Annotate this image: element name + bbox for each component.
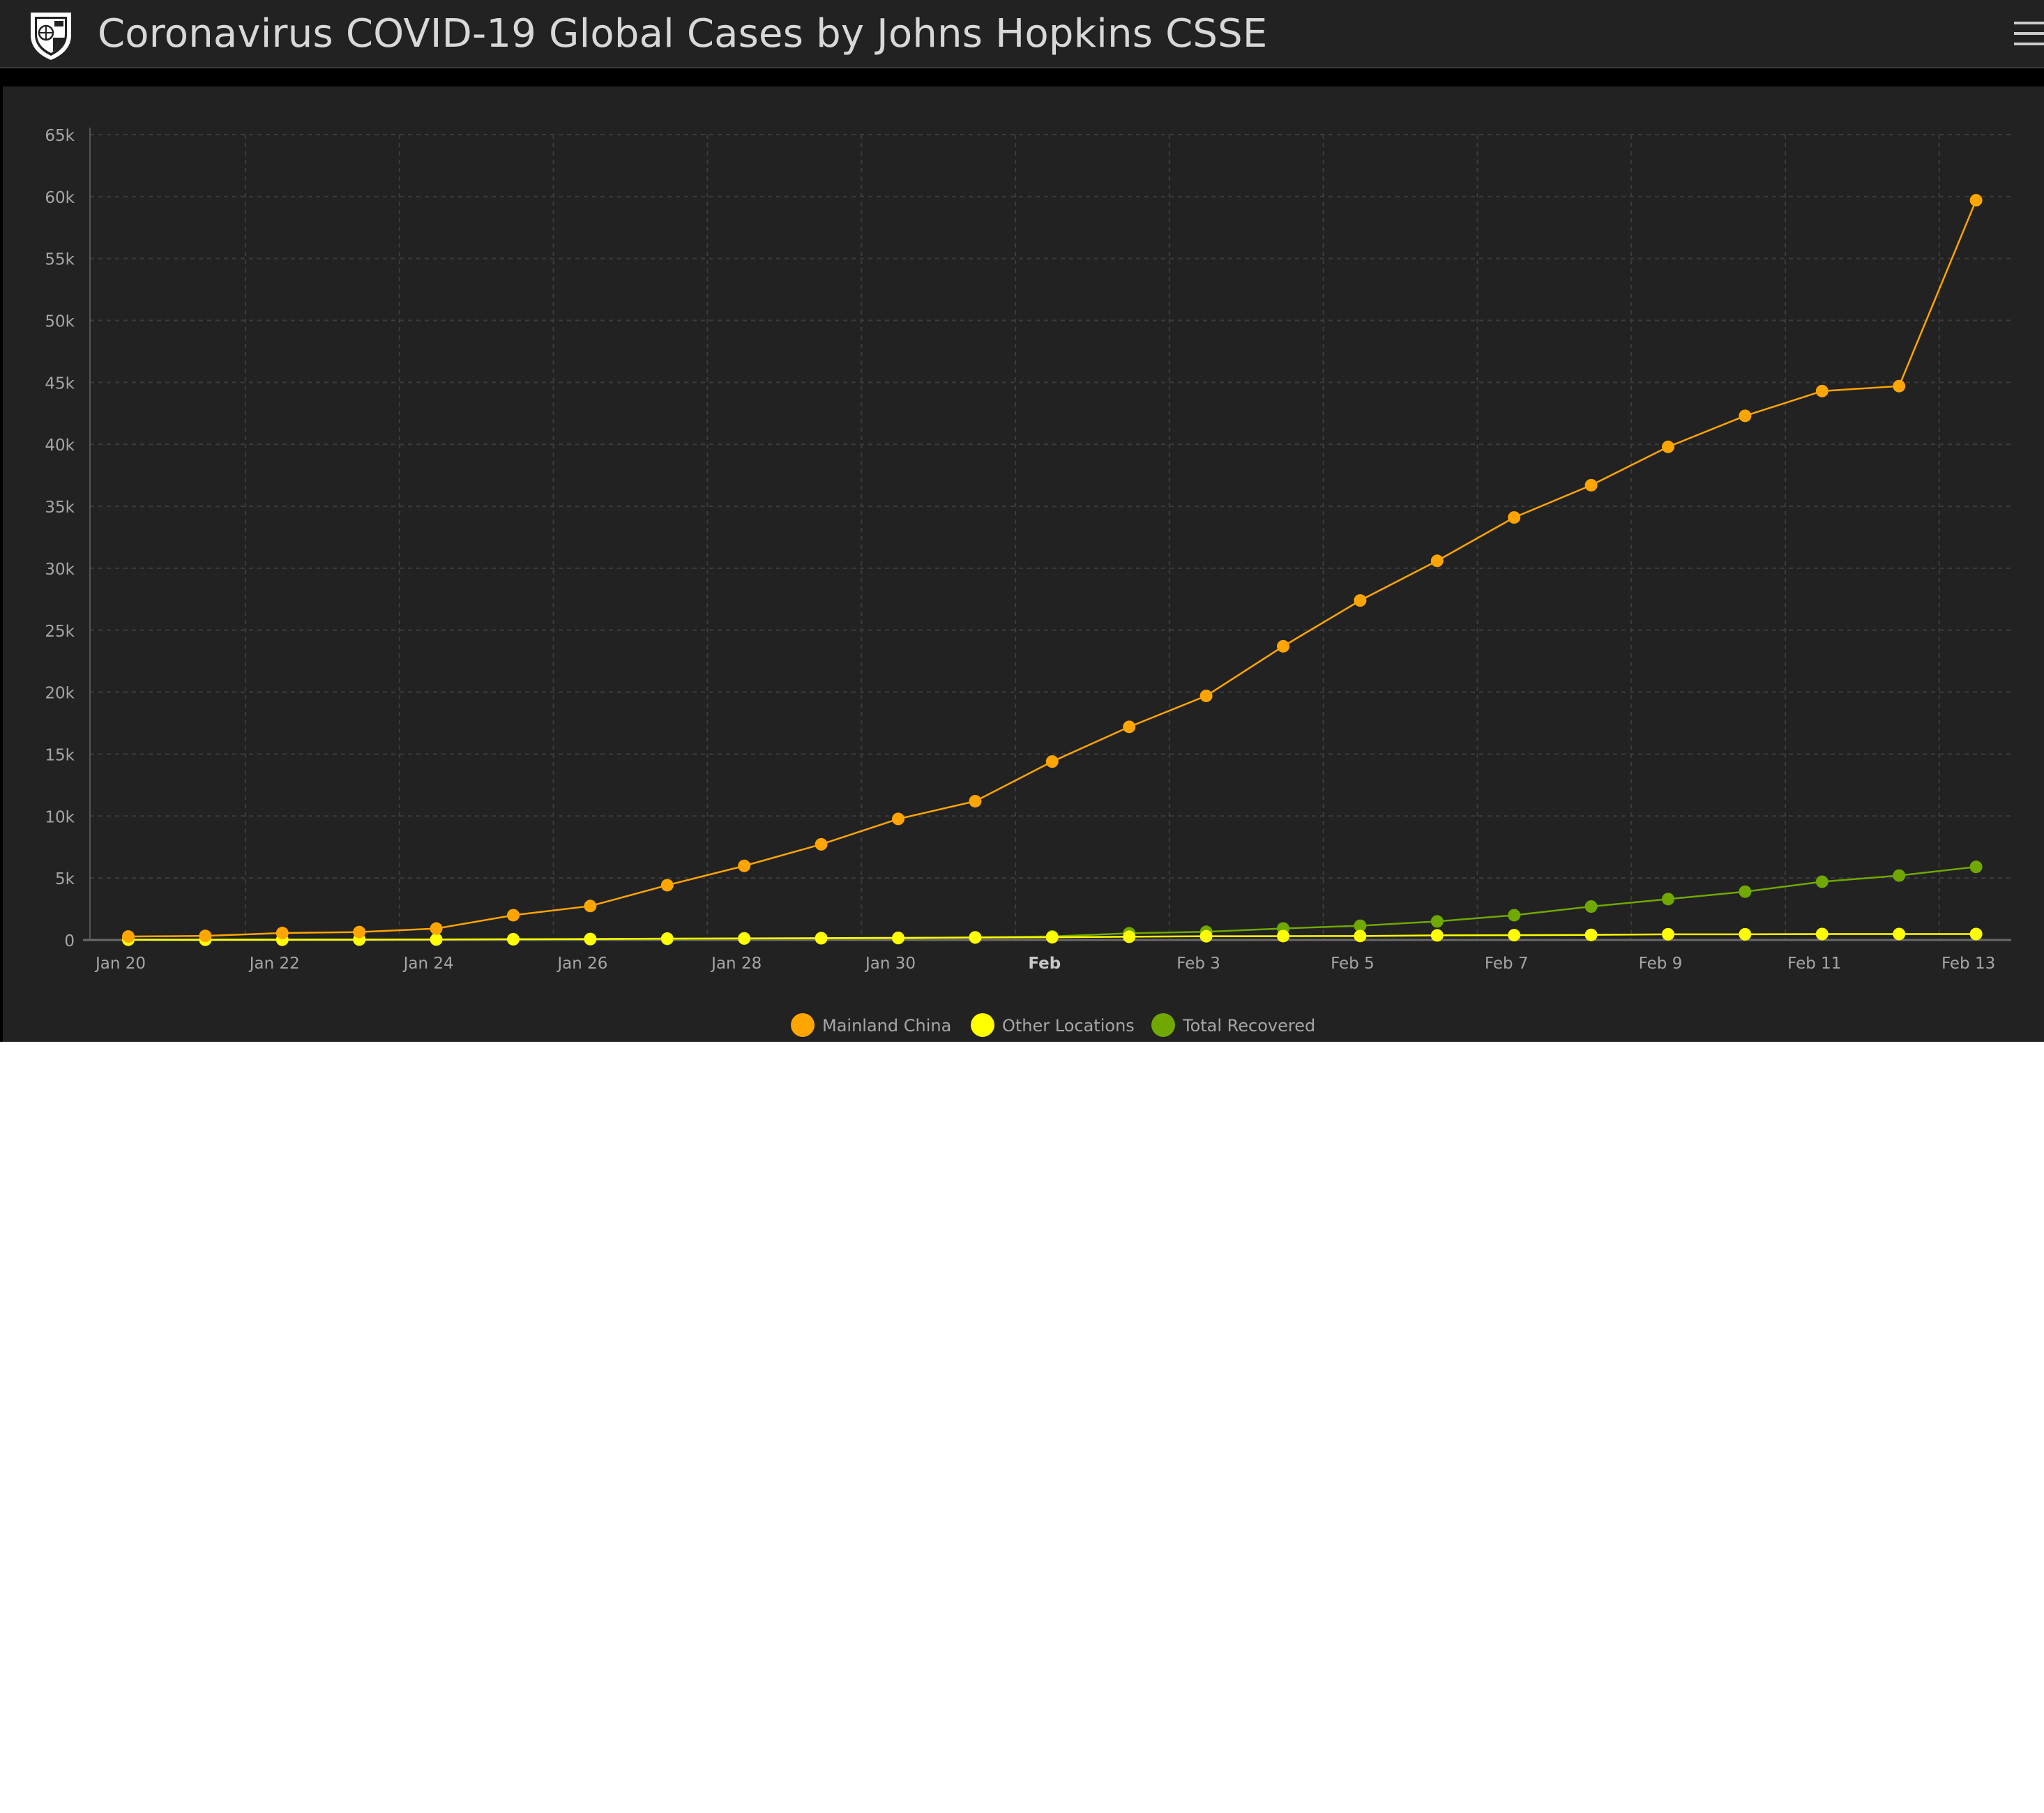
legend-label-mainland-china: Mainland China — [822, 1016, 951, 1036]
y-tick-label: 0 — [64, 932, 75, 950]
other-locations-point — [1508, 929, 1521, 942]
mainland-china-point — [815, 837, 828, 851]
y-tick-label: 40k — [45, 437, 75, 455]
other-locations-point — [584, 932, 597, 946]
other-locations-point — [815, 932, 828, 945]
mainland-china-point — [1584, 478, 1598, 492]
mainland-china-point — [122, 930, 135, 943]
mainland-china-point — [969, 794, 982, 807]
mainland-china-point — [660, 879, 674, 892]
mainland-china-point — [353, 925, 366, 939]
x-tick-label: Jan 20 — [94, 955, 146, 973]
total-recovered-point — [1739, 885, 1752, 898]
y-tick-label: 35k — [45, 499, 75, 517]
y-tick-label: 60k — [45, 189, 75, 207]
mainland-china-point — [1662, 440, 1674, 453]
x-tick-label: Feb 13 — [1941, 955, 1995, 973]
x-tick-label: Feb 11 — [1787, 955, 1841, 973]
total-recovered-point — [1815, 875, 1829, 888]
chart-panel: 0 5k 10k 15k 20k 25k 30k 35k 40k 45k 50k 55k 60k 65k J… — [3, 86, 2044, 1042]
other-locations-point — [1969, 927, 1983, 941]
x-tick-label: Feb — [1028, 955, 1061, 973]
total-recovered-point — [1893, 869, 1906, 882]
total-recovered-point — [1969, 860, 1983, 874]
other-locations-point — [507, 932, 520, 946]
y-tick-label: 45k — [45, 374, 75, 393]
mainland-china-point — [738, 859, 751, 872]
mainland-china-point — [1739, 409, 1752, 423]
other-locations-point — [1739, 927, 1752, 941]
mainland-china-point — [1893, 379, 1906, 393]
other-locations-point — [1277, 930, 1289, 943]
mainland-china-point — [1354, 594, 1367, 607]
y-tick-label: 10k — [45, 808, 75, 826]
y-tick-label: 25k — [45, 623, 75, 641]
mainland-china-point — [507, 909, 520, 922]
mainland-china-point — [892, 812, 904, 826]
other-locations-point — [1584, 928, 1598, 941]
other-locations-point — [1045, 931, 1059, 944]
university-shield-icon — [25, 7, 77, 61]
x-tick-label: Feb 7 — [1485, 955, 1529, 973]
mainland-china-point — [430, 922, 443, 935]
other-locations-point — [660, 932, 674, 946]
other-locations-point — [1199, 930, 1213, 943]
mainland-china-point — [275, 927, 289, 940]
other-locations-point — [1662, 927, 1674, 941]
mainland-china-point — [1430, 554, 1444, 568]
other-locations-point — [1430, 929, 1444, 942]
other-locations-point — [1893, 927, 1906, 941]
mainland-china-point — [1508, 511, 1521, 524]
y-tick-label: 55k — [45, 251, 75, 269]
x-tick-label: Jan 28 — [710, 955, 762, 973]
mainland-china-point — [1045, 755, 1059, 768]
x-tick-label: Feb 9 — [1639, 955, 1683, 973]
x-tick-label: Feb 3 — [1176, 955, 1220, 973]
x-tick-label: Feb 5 — [1331, 955, 1375, 973]
y-tick-label: 50k — [45, 313, 75, 331]
mainland-china-point — [1123, 720, 1136, 734]
x-tick-label: Jan 24 — [402, 955, 454, 973]
mainland-china-point — [1277, 639, 1289, 653]
x-tick-label: Jan 22 — [248, 955, 300, 973]
legend-swatch-other-locations — [971, 1013, 994, 1037]
y-tick-label: 5k — [55, 870, 75, 888]
other-locations-point — [430, 933, 443, 946]
cases-line-chart: 0 5k 10k 15k 20k 25k 30k 35k 40k 45k 50k 55k 60k 65k J… — [45, 127, 2011, 1037]
legend-label-total-recovered: Total Recovered — [1182, 1016, 1315, 1036]
mainland-china-point — [1815, 384, 1829, 397]
other-locations-point — [1815, 927, 1829, 941]
total-recovered-point — [1584, 900, 1598, 913]
mainland-china-point — [1969, 194, 1983, 207]
mainland-china-point — [199, 930, 212, 943]
total-recovered-point — [1662, 893, 1674, 906]
legend-swatch-total-recovered — [1151, 1013, 1175, 1037]
total-recovered-point — [1430, 915, 1444, 928]
y-tick-label: 20k — [45, 685, 75, 703]
hamburger-menu-icon[interactable] — [2007, 15, 2044, 52]
y-tick-label: 65k — [45, 127, 75, 145]
mainland-china-point — [1199, 689, 1213, 702]
app-title: Coronavirus COVID-19 Global Cases by Joh… — [98, 11, 1268, 56]
header-bar: Coronavirus COVID-19 Global Cases by Joh… — [0, 0, 2044, 68]
x-tick-label: Jan 30 — [864, 955, 916, 973]
y-tick-label: 15k — [45, 746, 75, 764]
dashboard-app: Coronavirus COVID-19 Global Cases by Joh… — [0, 0, 2044, 1042]
other-locations-point — [892, 931, 904, 944]
other-locations-point — [1123, 930, 1136, 943]
mainland-china-point — [584, 900, 597, 913]
total-recovered-point — [1508, 909, 1521, 922]
other-locations-point — [1354, 930, 1367, 943]
y-tick-label: 30k — [45, 561, 75, 579]
legend-label-other-locations: Other Locations — [1002, 1016, 1135, 1036]
other-locations-point — [738, 932, 751, 945]
other-locations-point — [969, 931, 982, 944]
x-tick-label: Jan 26 — [556, 955, 607, 973]
legend-swatch-mainland-china — [791, 1013, 815, 1037]
